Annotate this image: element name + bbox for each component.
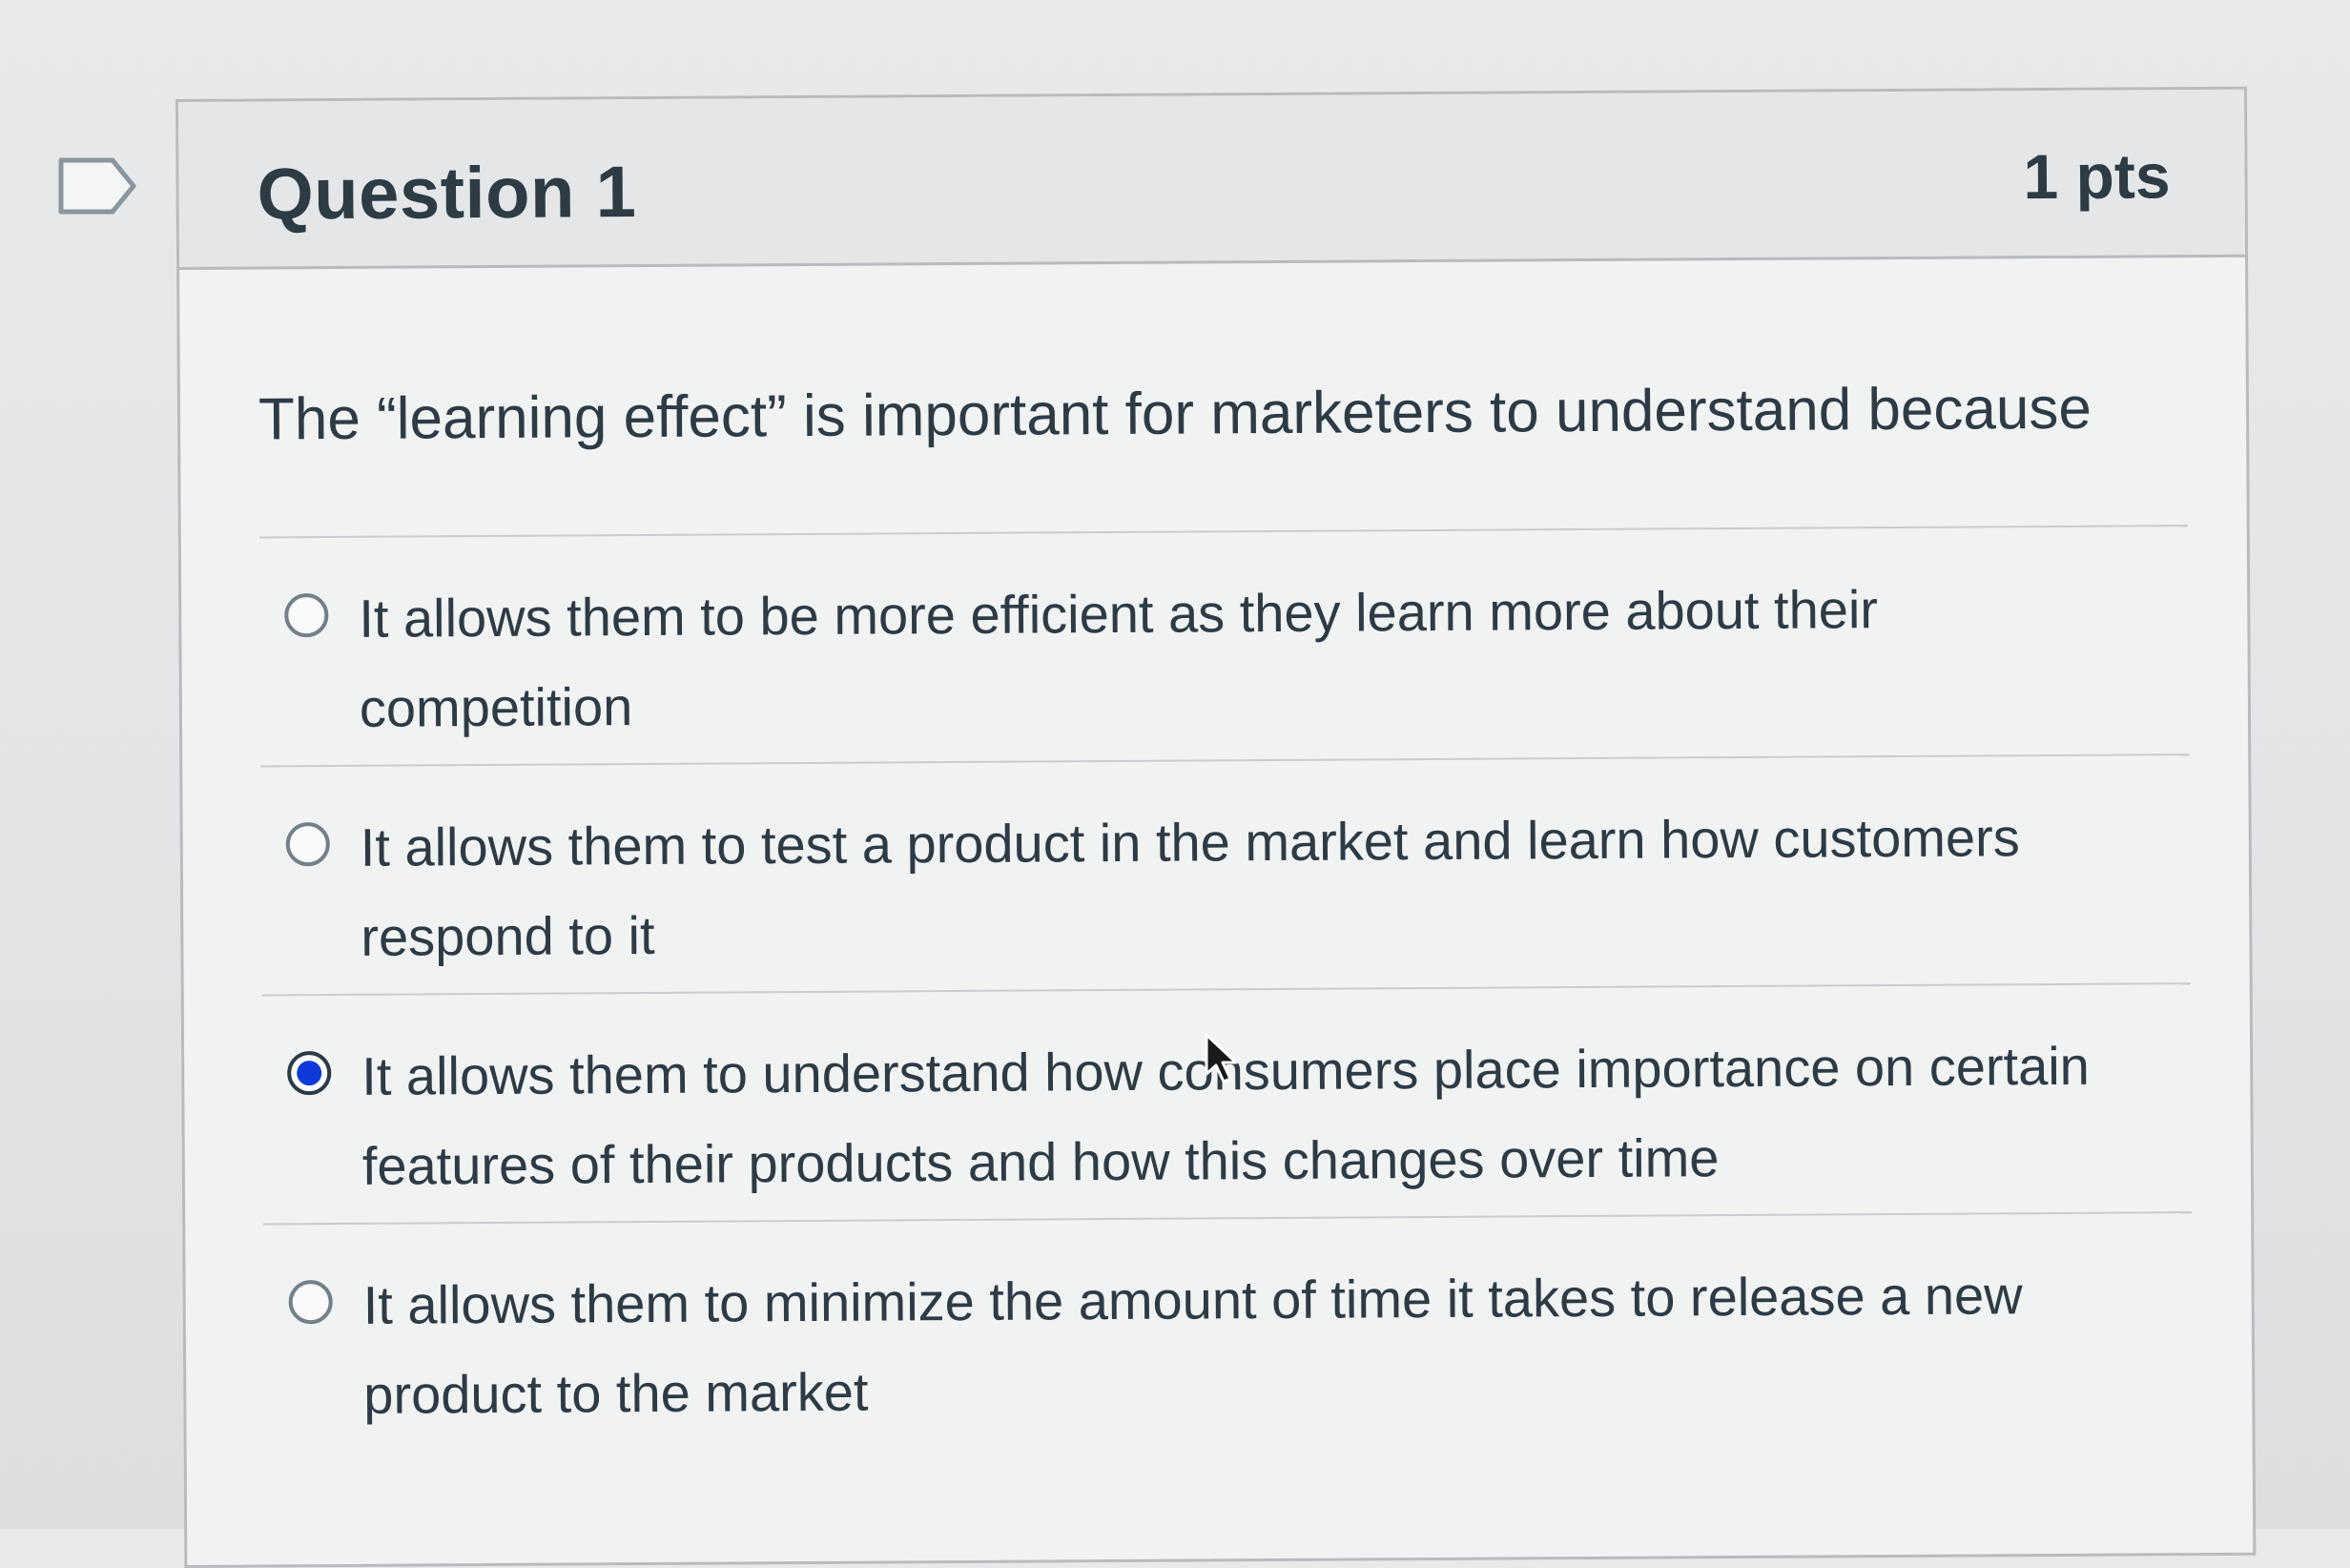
radio-button[interactable]	[285, 822, 330, 867]
answer-list: It allows them to be more efficient as t…	[258, 526, 2194, 1452]
answer-label: It allows them to test a product in the …	[360, 807, 2020, 967]
answer-label: It allows them to minimize the amount of…	[362, 1265, 2023, 1425]
question-title: Question 1	[257, 152, 637, 236]
question-card: Question 1 1 pts The “learning effect” i…	[175, 86, 2257, 1568]
mouse-pointer-icon	[1204, 1032, 1242, 1085]
flag-question-icon[interactable]	[57, 156, 139, 216]
radio-button[interactable]	[284, 593, 329, 638]
question-header: Question 1 1 pts	[178, 89, 2246, 270]
answer-option-3[interactable]: It allows them to understand how consume…	[261, 984, 2193, 1226]
answer-option-1[interactable]: It allows them to be more efficient as t…	[258, 526, 2190, 768]
question-points: 1 pts	[2023, 140, 2171, 213]
answer-label: It allows them to be more efficient as t…	[359, 579, 1879, 738]
radio-button-selected[interactable]	[287, 1051, 332, 1096]
question-text: The “learning effect” is important for m…	[258, 258, 2188, 539]
radio-button[interactable]	[288, 1280, 333, 1325]
answer-option-2[interactable]: It allows them to test a product in the …	[260, 755, 2191, 997]
question-body: The “learning effect” is important for m…	[179, 258, 2253, 1453]
answer-option-4[interactable]: It allows them to minimize the amount of…	[263, 1213, 2193, 1452]
